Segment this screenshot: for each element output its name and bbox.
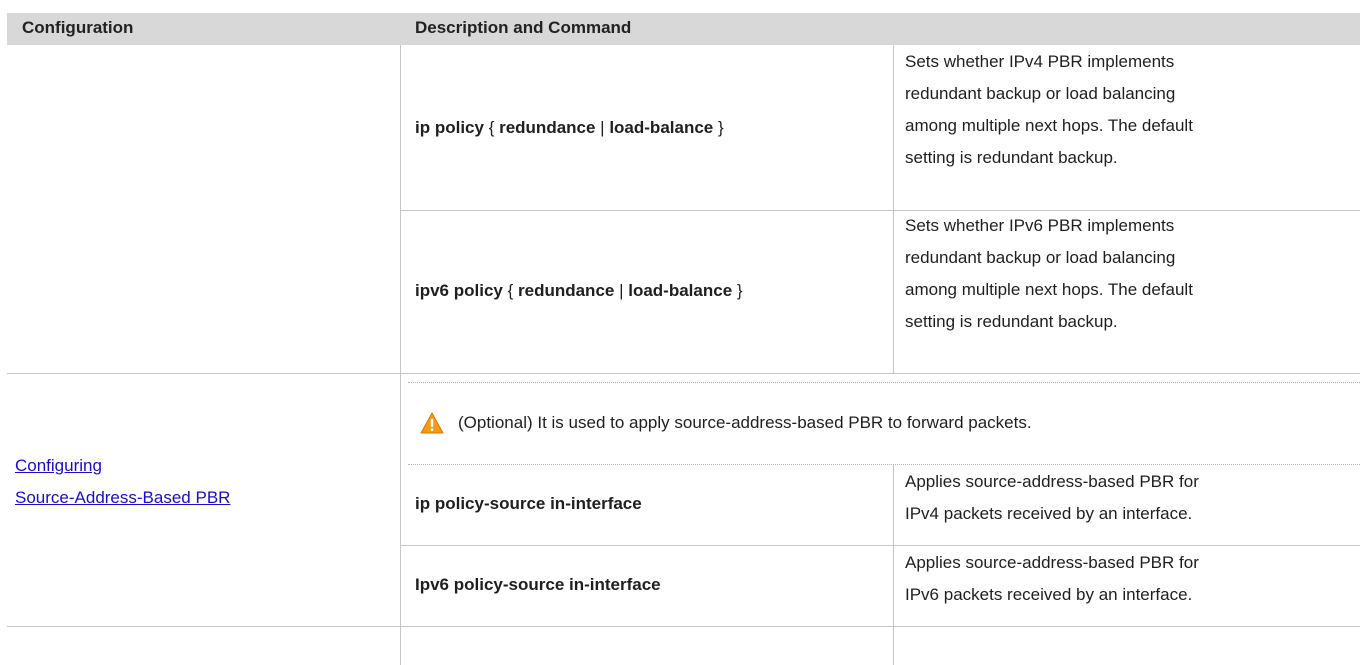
description-line: IPv4 packets received by an interface.: [905, 504, 1193, 523]
table-header: Configuration Description and Command: [7, 13, 1360, 45]
description-line: among multiple next hops. The default: [905, 116, 1193, 135]
cmd-text: Ipv6 policy-source in-interface: [415, 575, 661, 594]
cmd-brace-close: }: [732, 281, 743, 300]
description-line: among multiple next hops. The default: [905, 280, 1193, 299]
cmd-option-load-balance: load-balance: [609, 118, 714, 137]
cmd-brace-close: }: [713, 118, 724, 137]
row-divider: [400, 210, 1360, 211]
description-line: redundant backup or load balancing: [905, 248, 1176, 267]
cmd-pipe: |: [614, 281, 629, 300]
cmd-option-redundance: redundance: [499, 118, 596, 137]
header-configuration: Configuration: [22, 18, 134, 37]
optional-note: (Optional) It is used to apply source-ad…: [458, 413, 1032, 432]
cmd-option-load-balance: load-balance: [628, 281, 733, 300]
description-line: setting is redundant backup.: [905, 148, 1118, 167]
cmd-text: ip policy-source in-interface: [415, 494, 642, 513]
description-ipv6-policy: Sets whether IPv6 PBR implements redunda…: [905, 210, 1193, 338]
note-bottom-border: [408, 464, 1360, 465]
description-line: Applies source-address-based PBR for: [905, 553, 1199, 572]
config-table: Configuration Description and Command ip…: [0, 0, 1367, 665]
command-ip-policy: ip policy { redundance | load-balance }: [415, 112, 724, 144]
description-ipv6-policy-source: Applies source-address-based PBR for IPv…: [905, 547, 1199, 611]
column-divider: [400, 45, 401, 665]
cmd-option-redundance: redundance: [518, 281, 615, 300]
description-line: redundant backup or load balancing: [905, 84, 1176, 103]
description-ip-policy-source: Applies source-address-based PBR for IPv…: [905, 466, 1199, 530]
row-divider: [7, 373, 1360, 374]
column-divider: [893, 464, 894, 665]
command-ipv6-policy-source: Ipv6 policy-source in-interface: [415, 569, 661, 601]
cmd-keyword: ip policy: [415, 118, 484, 137]
header-description: Description and Command: [415, 18, 632, 37]
description-line: setting is redundant backup.: [905, 312, 1118, 331]
configuration-link[interactable]: Configuring Source-Address-Based PBR: [15, 450, 230, 514]
warning-icon: [420, 412, 444, 434]
link-line[interactable]: Configuring: [15, 450, 230, 482]
row-divider: [7, 626, 1360, 627]
row-divider: [400, 545, 1360, 546]
description-ipv4-policy: Sets whether IPv4 PBR implements redunda…: [905, 46, 1193, 174]
cmd-pipe: |: [595, 118, 610, 137]
description-line: Applies source-address-based PBR for: [905, 472, 1199, 491]
cmd-brace-open: {: [502, 281, 518, 300]
note-top-border: [408, 382, 1360, 383]
description-line: Sets whether IPv6 PBR implements: [905, 216, 1175, 235]
link-line[interactable]: Source-Address-Based PBR: [15, 482, 230, 514]
command-ip-policy-source: ip policy-source in-interface: [415, 488, 642, 520]
description-line: Sets whether IPv4 PBR implements: [905, 52, 1175, 71]
cmd-keyword: ipv6 policy: [415, 281, 503, 300]
column-divider: [893, 45, 894, 373]
description-line: IPv6 packets received by an interface.: [905, 585, 1193, 604]
command-ipv6-policy: ipv6 policy { redundance | load-balance …: [415, 275, 743, 307]
cmd-brace-open: {: [483, 118, 500, 137]
